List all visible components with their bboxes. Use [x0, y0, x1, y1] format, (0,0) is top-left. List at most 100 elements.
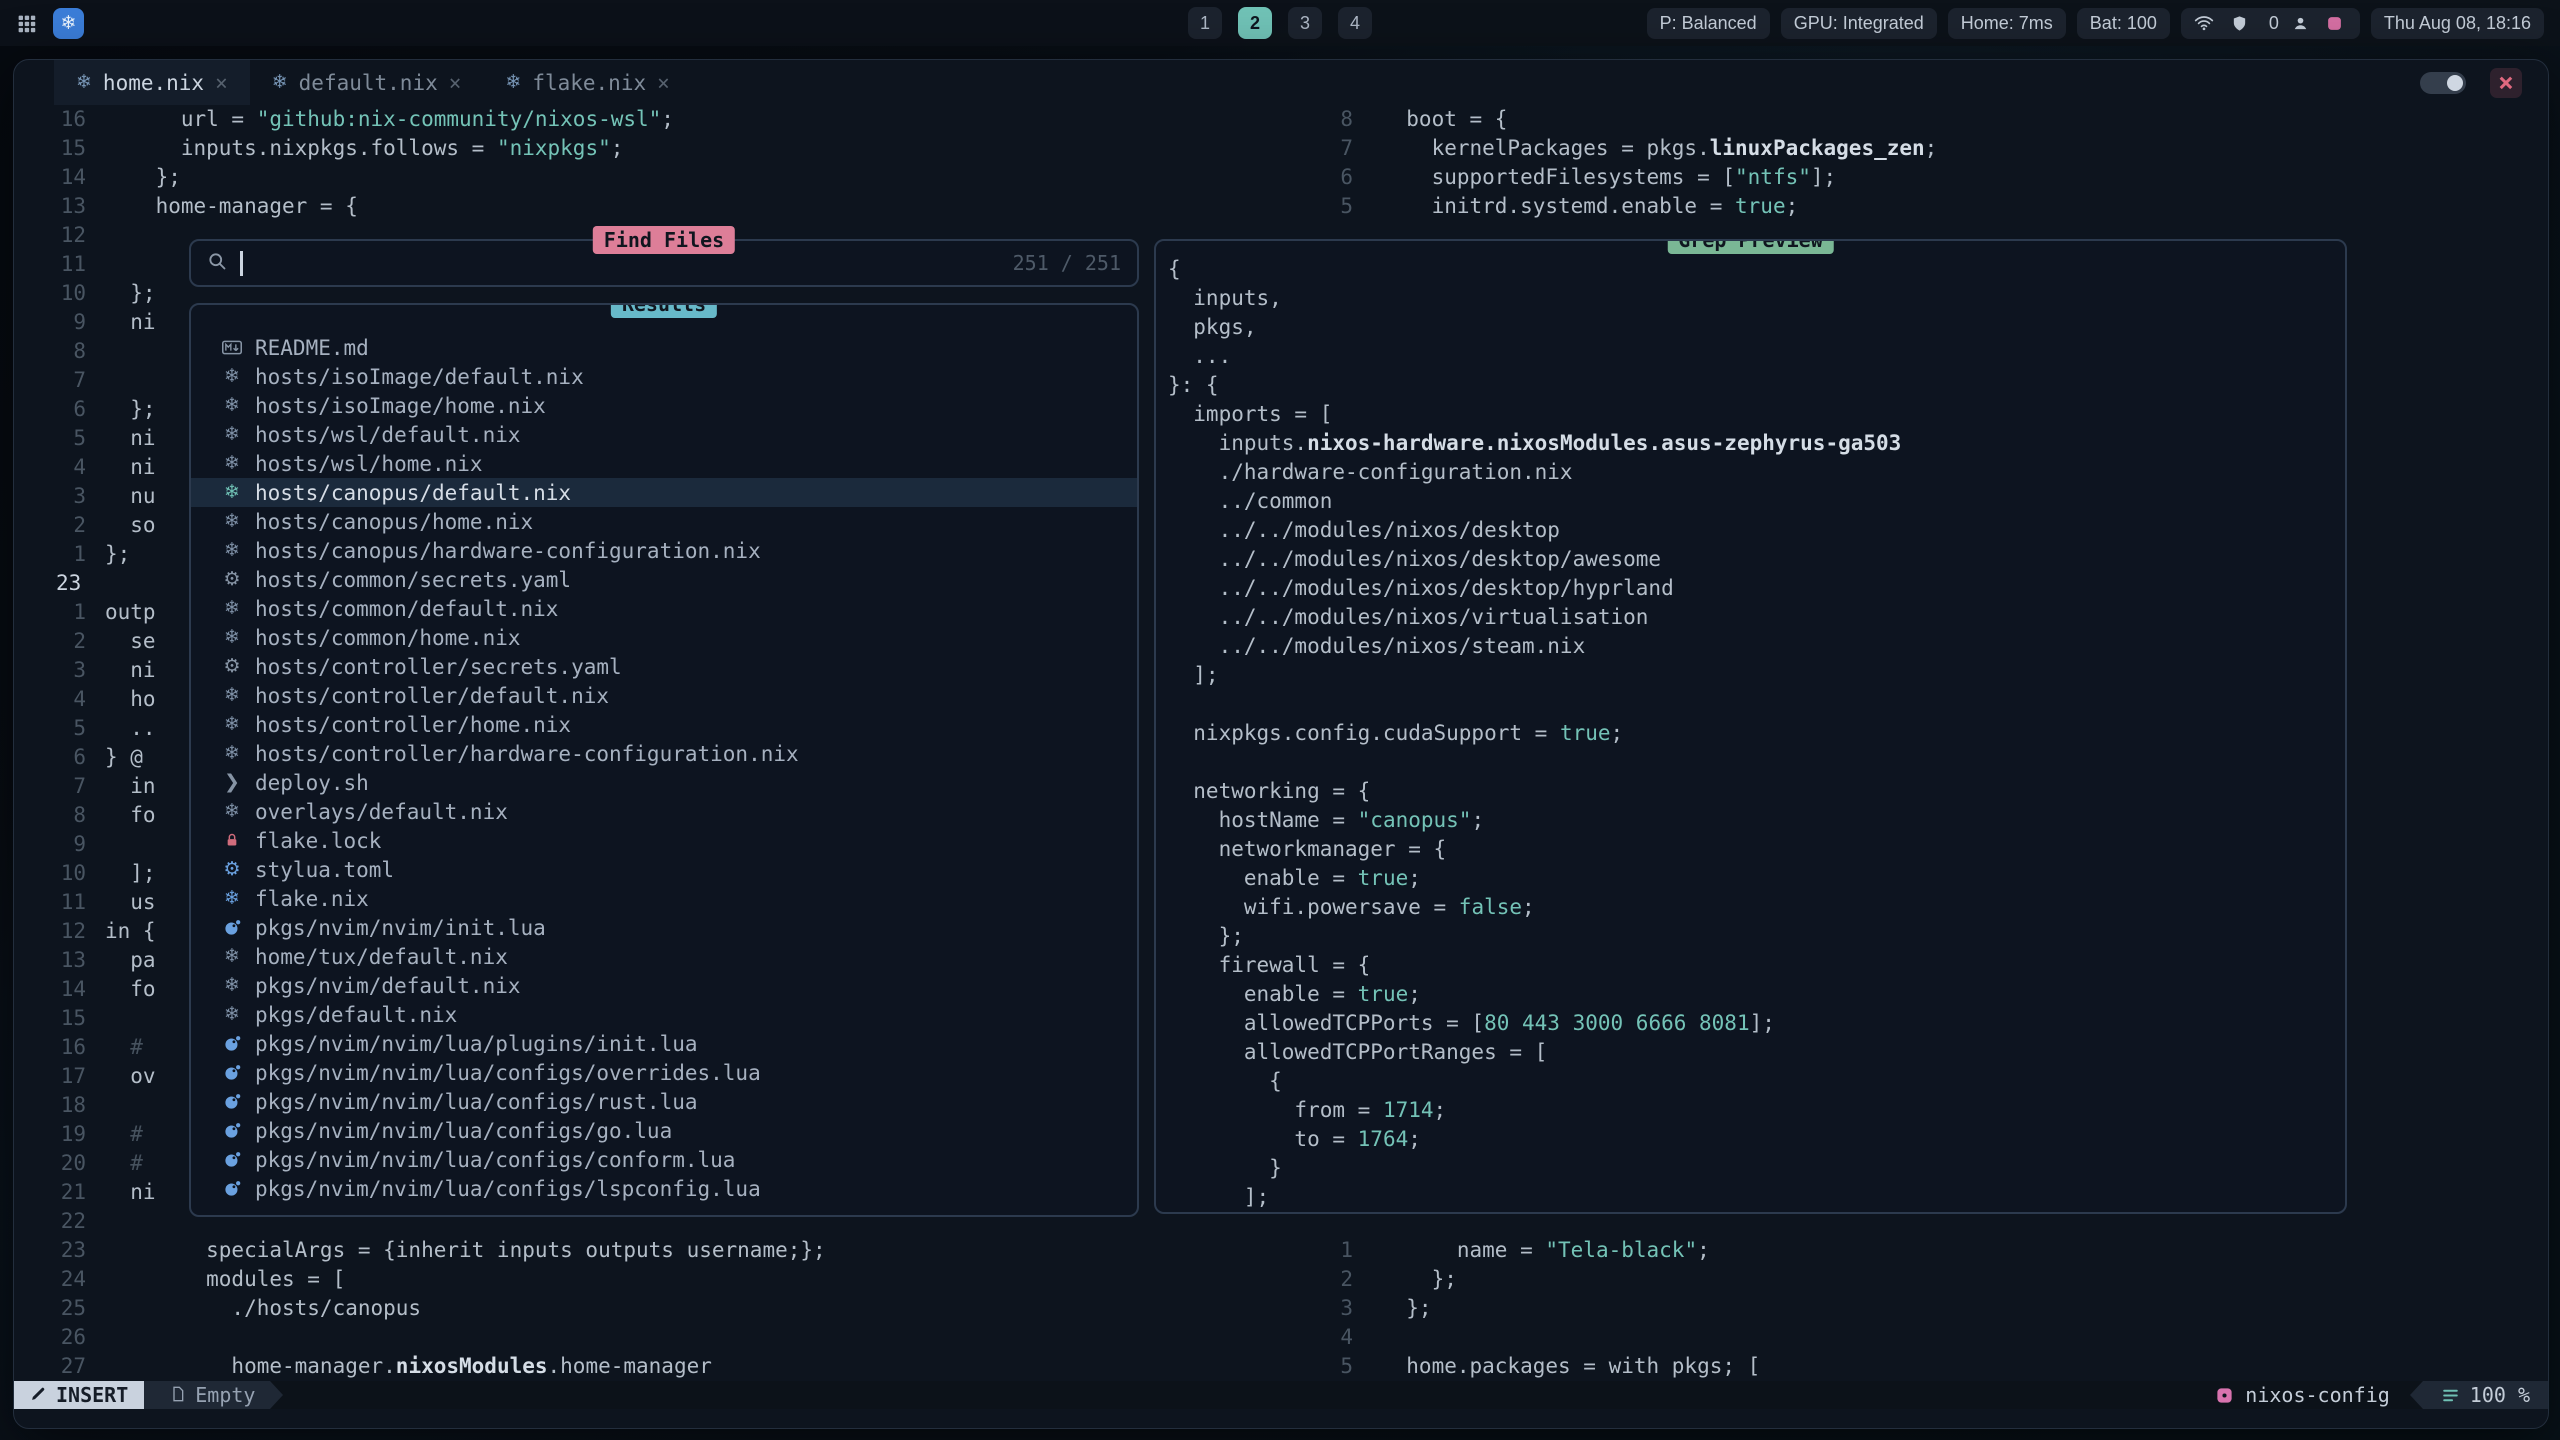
result-row[interactable]: pkgs/nvim/nvim/lua/configs/lspconfig.lua — [191, 1174, 1137, 1203]
code-text[interactable] — [1353, 1323, 1381, 1352]
code-text[interactable]: nu — [86, 482, 156, 511]
code-text[interactable]: # — [86, 1120, 143, 1149]
code-text[interactable]: kernelPackages = pkgs.linuxPackages_zen; — [1353, 134, 1937, 163]
code-text[interactable]: supportedFilesystems = ["ntfs"]; — [1353, 163, 1836, 192]
code-text[interactable]: fo — [86, 975, 156, 1004]
code-text[interactable]: in — [86, 772, 156, 801]
result-row[interactable]: ⚙ hosts/controller/secrets.yaml — [191, 652, 1137, 681]
tab-close-icon[interactable]: × — [657, 71, 670, 95]
code-text[interactable]: }; — [86, 540, 130, 569]
editor-tab[interactable]: ❄ flake.nix × — [483, 60, 691, 105]
code-text[interactable]: url = "github:nix-community/nixos-wsl"; — [86, 105, 674, 134]
result-row[interactable]: ❄ pkgs/default.nix — [191, 1000, 1137, 1029]
workspace-button[interactable]: 1 — [1188, 7, 1222, 39]
code-text[interactable] — [86, 250, 105, 279]
code-text[interactable]: modules = [ — [86, 1265, 345, 1294]
result-row[interactable]: pkgs/nvim/nvim/lua/configs/overrides.lua — [191, 1058, 1137, 1087]
code-text[interactable]: home-manager.nixosModules.home-manager — [86, 1352, 712, 1381]
tray-item[interactable]: 0 — [2265, 13, 2279, 34]
code-text[interactable]: }; — [86, 395, 156, 424]
code-text[interactable]: name = "Tela-black"; — [1353, 1236, 1710, 1265]
tray-item[interactable] — [2326, 15, 2347, 32]
workspace-button[interactable]: 4 — [1338, 7, 1372, 39]
app-logo-icon[interactable]: ❄ — [53, 8, 84, 39]
code-text[interactable] — [86, 221, 105, 250]
code-text[interactable]: inputs.nixpkgs.follows = "nixpkgs"; — [86, 134, 623, 163]
code-text[interactable]: ho — [86, 685, 156, 714]
workspace-button[interactable]: 2 — [1238, 7, 1272, 39]
code-text[interactable] — [86, 337, 105, 366]
code-text[interactable]: ]; — [86, 859, 156, 888]
code-text[interactable]: }; — [86, 279, 156, 308]
editor-tab[interactable]: ❄ default.nix × — [250, 60, 484, 105]
tray-item[interactable] — [2231, 15, 2252, 32]
code-text[interactable]: }; — [86, 163, 181, 192]
result-row[interactable]: ❄ hosts/wsl/default.nix — [191, 420, 1137, 449]
code-text[interactable]: ./hosts/canopus — [86, 1294, 421, 1323]
code-text[interactable]: ni — [86, 656, 156, 685]
code-text[interactable]: } @ — [86, 743, 143, 772]
result-row[interactable]: ❄ pkgs/nvim/default.nix — [191, 971, 1137, 1000]
code-text[interactable]: boot = { — [1353, 105, 1507, 134]
code-text[interactable] — [86, 1091, 105, 1120]
code-text[interactable]: ni — [86, 1178, 156, 1207]
code-text[interactable]: }; — [1353, 1265, 1457, 1294]
code-text[interactable]: us — [86, 888, 156, 917]
result-row[interactable]: ⚙ hosts/common/secrets.yaml — [191, 565, 1137, 594]
workspace-button[interactable]: 3 — [1288, 7, 1322, 39]
result-row[interactable]: ❄ hosts/canopus/default.nix — [191, 478, 1137, 507]
code-text[interactable]: so — [86, 511, 156, 540]
code-text[interactable]: home.packages = with pkgs; [ — [1353, 1352, 1760, 1381]
code-text[interactable]: fo — [86, 801, 156, 830]
gpu-module[interactable]: GPU: Integrated — [1781, 8, 1937, 39]
result-row[interactable]: pkgs/nvim/nvim/lua/configs/rust.lua — [191, 1087, 1137, 1116]
result-row[interactable]: ❯ deploy.sh — [191, 768, 1137, 797]
result-row[interactable]: ❄ hosts/controller/default.nix — [191, 681, 1137, 710]
result-row[interactable]: pkgs/nvim/nvim/lua/plugins/init.lua — [191, 1029, 1137, 1058]
code-text[interactable] — [86, 1004, 105, 1033]
result-row[interactable]: ❄ hosts/common/default.nix — [191, 594, 1137, 623]
code-text[interactable]: ni — [86, 308, 156, 337]
result-row[interactable]: ❄ hosts/isoImage/default.nix — [191, 362, 1137, 391]
tab-close-icon[interactable]: × — [215, 71, 228, 95]
result-row[interactable]: ⚙ stylua.toml — [191, 855, 1137, 884]
code-text[interactable]: }; — [1353, 1294, 1432, 1323]
code-text[interactable] — [86, 569, 105, 598]
battery-module[interactable]: Bat: 100 — [2077, 8, 2170, 39]
code-text[interactable]: ov — [86, 1062, 156, 1091]
ping-module[interactable]: Home: 7ms — [1948, 8, 2066, 39]
result-row[interactable]: ❄ hosts/controller/hardware-configuratio… — [191, 739, 1137, 768]
result-row[interactable]: pkgs/nvim/nvim/init.lua — [191, 913, 1137, 942]
code-text[interactable]: initrd.systemd.enable = true; — [1353, 192, 1798, 221]
code-text[interactable]: in { — [86, 917, 156, 946]
window-close-button[interactable]: × — [2490, 68, 2522, 98]
result-row[interactable]: ❄ hosts/common/home.nix — [191, 623, 1137, 652]
result-row[interactable]: ❄ hosts/wsl/home.nix — [191, 449, 1137, 478]
result-row[interactable]: ❄ hosts/canopus/hardware-configuration.n… — [191, 536, 1137, 565]
result-row[interactable]: pkgs/nvim/nvim/lua/configs/go.lua — [191, 1116, 1137, 1145]
apps-grid-icon[interactable] — [16, 13, 37, 34]
tray-item[interactable] — [2194, 13, 2218, 33]
result-row[interactable]: flake.lock — [191, 826, 1137, 855]
power-profile-module[interactable]: P: Balanced — [1647, 8, 1770, 39]
result-row[interactable]: ❄ hosts/isoImage/home.nix — [191, 391, 1137, 420]
result-row[interactable]: pkgs/nvim/nvim/lua/configs/conform.lua — [191, 1145, 1137, 1174]
code-text[interactable]: ni — [86, 453, 156, 482]
code-text[interactable]: # — [86, 1149, 143, 1178]
result-row[interactable]: ❄ hosts/canopus/home.nix — [191, 507, 1137, 536]
code-text[interactable]: ni — [86, 424, 156, 453]
result-row[interactable]: ❄ hosts/controller/home.nix — [191, 710, 1137, 739]
code-text[interactable]: specialArgs = {inherit inputs outputs us… — [86, 1236, 826, 1265]
code-text[interactable] — [86, 830, 105, 859]
result-row[interactable]: README.md — [191, 333, 1137, 362]
result-row[interactable]: ❄ flake.nix — [191, 884, 1137, 913]
code-text[interactable] — [86, 1207, 105, 1236]
result-row[interactable]: ❄ overlays/default.nix — [191, 797, 1137, 826]
clock-module[interactable]: Thu Aug 08, 18:16 — [2371, 8, 2544, 39]
code-text[interactable]: pa — [86, 946, 156, 975]
code-text[interactable]: home-manager = { — [86, 192, 358, 221]
editor-tab[interactable]: ❄ home.nix × — [54, 60, 250, 105]
result-row[interactable]: ❄ home/tux/default.nix — [191, 942, 1137, 971]
tray-item[interactable] — [2292, 15, 2313, 32]
code-text[interactable]: outp — [86, 598, 156, 627]
